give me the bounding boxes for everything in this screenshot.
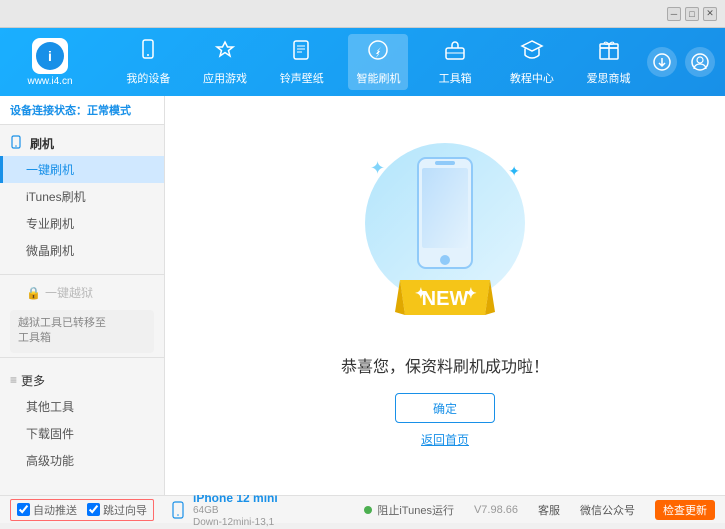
status-label: 设备连接状态： — [10, 105, 87, 117]
nav-item-smart-flash[interactable]: 智能刷机 — [348, 34, 408, 90]
bottom-right: 阻止iTunes运行 V7.98.66 客服 微信公众号 检查更新 — [363, 500, 715, 520]
download-button[interactable] — [647, 47, 677, 77]
flash-section: 刷机 一键刷机 iTunes刷机 专业刷机 微晶刷机 — [0, 125, 164, 270]
sparkle-tl-icon: ✦ — [370, 158, 385, 179]
itunes-status-icon — [363, 505, 373, 515]
nav-items: 我的设备 应用游戏 铃声壁纸 — [110, 34, 647, 90]
customer-service-link[interactable]: 客服 — [538, 502, 560, 518]
confirm-button[interactable]: 确定 — [395, 393, 495, 423]
more-section-header: ≡ 更多 — [0, 368, 164, 393]
nav-item-tutorial[interactable]: 教程中心 — [502, 34, 562, 90]
flash-section-title: 刷机 — [30, 135, 54, 152]
title-bar: ─ □ ✕ — [0, 0, 725, 28]
check-update-button[interactable]: 检查更新 — [655, 500, 715, 520]
jailbreak-label: 一键越狱 — [45, 284, 93, 301]
logo-url: www.i4.cn — [27, 76, 72, 87]
itunes-status: 阻止iTunes运行 — [363, 502, 454, 518]
main-layout: 设备连接状态：正常模式 刷机 一键刷机 iTunes刷机 专业刷机 — [0, 96, 725, 495]
skip-guide-input[interactable] — [87, 503, 100, 516]
more-section: ≡ 更多 其他工具 下载固件 高级功能 — [0, 362, 164, 480]
status-value: 正常模式 — [87, 105, 131, 117]
logo-area: i www.i4.cn — [10, 38, 90, 87]
gifts-icon — [597, 38, 621, 68]
sidebar-item-jailbreak-disabled: 🔒 一键越狱 — [0, 279, 164, 306]
apps-games-icon — [213, 38, 237, 68]
phone-svg — [410, 153, 480, 286]
phone-container: ✦ ✦ — [365, 143, 525, 323]
sidebar-item-advanced[interactable]: 高级功能 — [0, 447, 164, 474]
auto-send-label: 自动推送 — [33, 502, 77, 518]
window-controls[interactable]: ─ □ ✕ — [667, 7, 717, 21]
nav-item-ringtone[interactable]: 铃声壁纸 — [272, 34, 332, 90]
nav-label-my-device: 我的设备 — [126, 70, 170, 86]
back-home-link[interactable]: 返回首页 — [421, 431, 469, 448]
flash-section-header: 刷机 — [0, 131, 164, 156]
bottom-checkboxes: 自动推送 跳过向导 — [10, 499, 154, 521]
user-button[interactable] — [685, 47, 715, 77]
smart-flash-icon — [366, 38, 390, 68]
skip-guide-label: 跳过向导 — [103, 502, 147, 518]
my-device-icon — [136, 38, 160, 68]
auto-send-checkbox[interactable]: 自动推送 — [17, 502, 77, 518]
toolbox-icon — [443, 38, 467, 68]
sidebar-item-one-click-flash[interactable]: 一键刷机 — [0, 156, 164, 183]
sidebar-item-pro-flash[interactable]: 专业刷机 — [0, 210, 164, 237]
more-section-title: 更多 — [21, 372, 45, 389]
svg-text:NEW: NEW — [422, 288, 469, 310]
sidebar-divider-2 — [0, 357, 164, 358]
version-text: V7.98.66 — [474, 504, 518, 516]
header-right — [647, 47, 715, 77]
new-badge: NEW ✦ ✦ — [395, 270, 495, 323]
nav-item-apps-games[interactable]: 应用游戏 — [195, 34, 255, 90]
nav-label-tutorial: 教程中心 — [510, 70, 554, 86]
nav-item-toolbox[interactable]: 工具箱 — [425, 34, 485, 90]
nav-label-toolbox: 工具箱 — [439, 70, 472, 86]
svg-text:✦: ✦ — [465, 285, 477, 301]
logo-icon: i — [32, 38, 68, 74]
sidebar-item-micro-flash[interactable]: 微晶刷机 — [0, 237, 164, 264]
close-button[interactable]: ✕ — [703, 7, 717, 21]
flash-section-icon — [10, 135, 24, 152]
sidebar: 设备连接状态：正常模式 刷机 一键刷机 iTunes刷机 专业刷机 — [0, 96, 165, 495]
ringtone-icon — [290, 38, 314, 68]
device-icon — [172, 501, 184, 519]
maximize-button[interactable]: □ — [685, 7, 699, 21]
svg-text:✦: ✦ — [415, 285, 427, 301]
nav-label-smart-flash: 智能刷机 — [356, 70, 400, 86]
itunes-label: 阻止iTunes运行 — [377, 502, 454, 518]
content-area: ✦ ✦ — [165, 96, 725, 495]
minimize-button[interactable]: ─ — [667, 7, 681, 21]
sparkle-tr-icon: ✦ — [508, 163, 520, 180]
sidebar-divider-1 — [0, 274, 164, 275]
success-text: 恭喜您，保资料刷机成功啦！ — [341, 353, 549, 377]
status-bar-top: 设备连接状态：正常模式 — [0, 96, 164, 125]
sidebar-item-other-tools[interactable]: 其他工具 — [0, 393, 164, 420]
nav-label-ringtone: 铃声壁纸 — [280, 70, 324, 86]
header: i www.i4.cn 我的设备 应用游戏 — [0, 28, 725, 96]
success-illustration: ✦ ✦ — [365, 143, 525, 323]
nav-item-gifts[interactable]: 爱思商城 — [579, 34, 639, 90]
nav-label-gifts: 爱思商城 — [587, 70, 631, 86]
sidebar-notice: 越狱工具已转移至工具箱 — [10, 310, 154, 353]
tutorial-icon — [520, 38, 544, 68]
wechat-link[interactable]: 微信公众号 — [580, 502, 635, 518]
bottom-bar: 自动推送 跳过向导 iPhone 12 mini 64GB Down-12min… — [0, 495, 725, 523]
nav-item-my-device[interactable]: 我的设备 — [118, 34, 178, 90]
sidebar-item-download-firmware[interactable]: 下载固件 — [0, 420, 164, 447]
skip-guide-checkbox[interactable]: 跳过向导 — [87, 502, 147, 518]
nav-label-apps-games: 应用游戏 — [203, 70, 247, 86]
auto-send-input[interactable] — [17, 503, 30, 516]
sidebar-item-itunes-flash[interactable]: iTunes刷机 — [0, 183, 164, 210]
device-storage: 64GB — [193, 505, 278, 517]
more-icon: ≡ — [10, 373, 17, 387]
svg-text:i: i — [48, 48, 52, 64]
